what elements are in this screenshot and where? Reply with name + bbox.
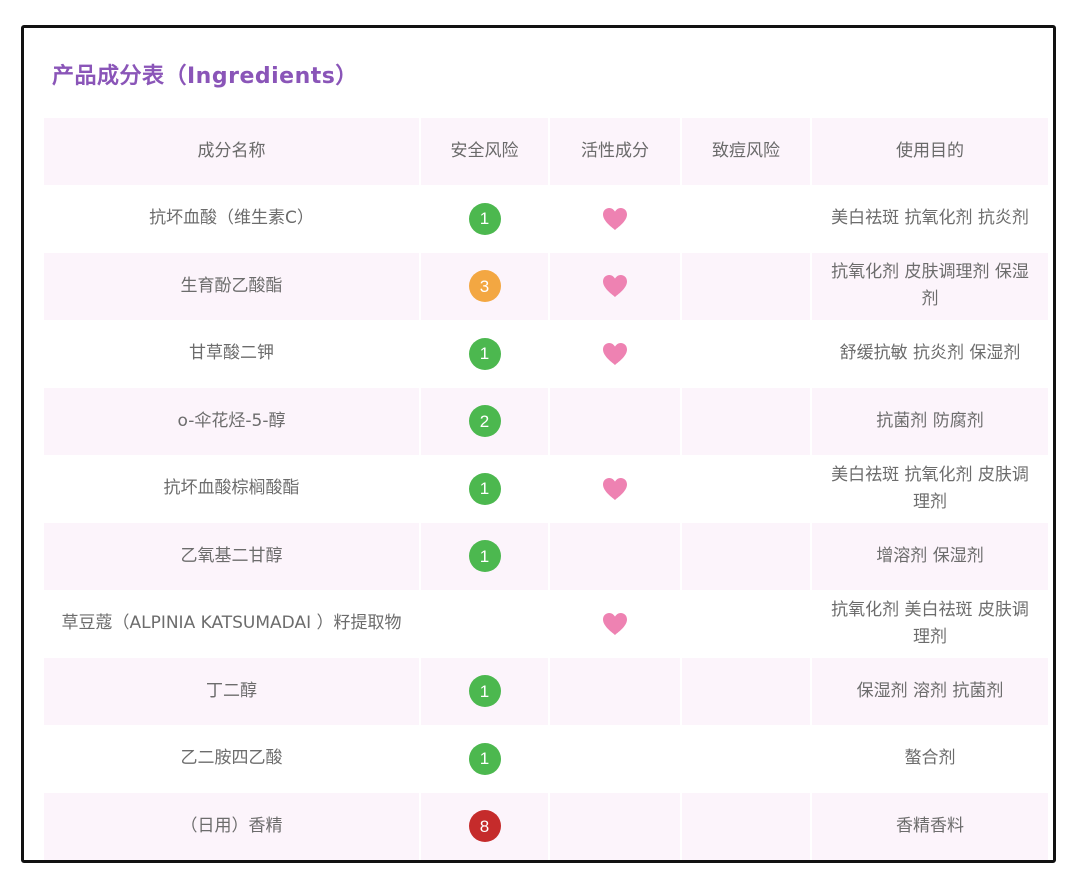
heart-icon: [603, 477, 627, 500]
ingredient-name: 抗坏血酸（维生素C）: [44, 185, 421, 253]
safety-risk-cell: 1: [421, 725, 550, 793]
usage-purpose: 香精香料: [896, 815, 964, 836]
table-row: 生育酚乙酸酯 3 抗氧化剂 皮肤调理剂 保湿剂: [44, 252, 1048, 320]
active-ingredient-cell: [550, 185, 682, 253]
heart-icon: [603, 612, 627, 635]
risk-badge: 1: [468, 675, 501, 708]
active-ingredient-cell: [550, 320, 682, 388]
acne-risk-cell: [682, 252, 812, 320]
active-ingredient-cell: [550, 657, 682, 725]
ingredient-name: 丁二醇: [44, 657, 421, 725]
table-header: 成分名称 安全风险 活性成分 致痘风险 使用目的: [44, 118, 1048, 185]
acne-risk-cell: [682, 725, 812, 793]
header-acne: 致痘风险: [682, 118, 812, 185]
risk-badge: 1: [468, 337, 501, 370]
active-ingredient-cell: [550, 590, 682, 658]
table-row: o-伞花烃-5-醇 2 抗菌剂 防腐剂: [44, 387, 1048, 455]
acne-risk-cell: [682, 185, 812, 253]
ingredient-name: 乙氧基二甘醇: [44, 522, 421, 590]
usage-purpose: 螯合剂: [904, 748, 956, 769]
usage-purpose: 增溶剂 保湿剂: [876, 545, 984, 566]
risk-badge: 1: [468, 472, 501, 505]
acne-risk-cell: [682, 387, 812, 455]
active-ingredient-cell: [550, 252, 682, 320]
risk-badge: 2: [468, 405, 501, 438]
active-ingredient-cell: [550, 387, 682, 455]
ingredients-table: 成分名称 安全风险 活性成分 致痘风险 使用目的 抗坏血酸（维生素C） 1 美白祛斑…: [44, 118, 1048, 860]
safety-risk-cell: 1: [421, 455, 550, 523]
table-row: 抗坏血酸棕榈酸酯 1 美白祛斑 抗氧化剂 皮肤调理剂: [44, 455, 1048, 523]
ingredient-name: （日用）香精: [44, 792, 421, 860]
usage-purpose: 抗菌剂 防腐剂: [876, 410, 984, 431]
active-ingredient-cell: [550, 792, 682, 860]
usage-purpose: 抗氧化剂 美白祛斑 皮肤调理剂: [831, 599, 1029, 647]
ingredient-name: 抗坏血酸棕榈酸酯: [44, 455, 421, 523]
table-row: 甘草酸二钾 1 舒缓抗敏 抗炎剂 保湿剂: [44, 320, 1048, 388]
table-body: 抗坏血酸（维生素C） 1 美白祛斑 抗氧化剂 抗炎剂生育酚乙酸酯 3 抗氧化剂 皮肤调理…: [44, 185, 1048, 860]
safety-risk-cell: 1: [421, 185, 550, 253]
table-row: 抗坏血酸（维生素C） 1 美白祛斑 抗氧化剂 抗炎剂: [44, 185, 1048, 253]
risk-badge: 1: [468, 742, 501, 775]
ingredient-name: 生育酚乙酸酯: [44, 252, 421, 320]
table-row: 丁二醇 1 保湿剂 溶剂 抗菌剂: [44, 657, 1048, 725]
acne-risk-cell: [682, 792, 812, 860]
risk-badge: 8: [468, 810, 501, 843]
safety-risk-cell: [421, 590, 550, 658]
active-ingredient-cell: [550, 455, 682, 523]
heart-icon: [603, 275, 627, 298]
acne-risk-cell: [682, 657, 812, 725]
heart-icon: [603, 342, 627, 365]
safety-risk-cell: 1: [421, 657, 550, 725]
usage-purpose: 保湿剂 溶剂 抗菌剂: [856, 680, 1004, 701]
risk-badge: 1: [468, 540, 501, 573]
acne-risk-cell: [682, 320, 812, 388]
acne-risk-cell: [682, 455, 812, 523]
acne-risk-cell: [682, 522, 812, 590]
ingredients-panel: 产品成分表（Ingredients） 成分名称 安全风险 活性成分 致痘风险 使…: [21, 25, 1056, 863]
table-row: 乙氧基二甘醇 1 增溶剂 保湿剂: [44, 522, 1048, 590]
safety-risk-cell: 1: [421, 320, 550, 388]
ingredient-name: 甘草酸二钾: [44, 320, 421, 388]
safety-risk-cell: 3: [421, 252, 550, 320]
safety-risk-cell: 1: [421, 522, 550, 590]
table-row: 草豆蔻（ALPINIA KATSUMADAI ）籽提取物 抗氧化剂 美白祛斑 皮肤…: [44, 590, 1048, 658]
ingredient-name: 草豆蔻（ALPINIA KATSUMADAI ）籽提取物: [44, 590, 421, 658]
risk-badge: 3: [468, 270, 501, 303]
usage-purpose: 舒缓抗敏 抗炎剂 保湿剂: [839, 343, 1021, 364]
page-title: 产品成分表（Ingredients）: [52, 64, 358, 89]
safety-risk-cell: 8: [421, 792, 550, 860]
usage-purpose: 美白祛斑 抗氧化剂 皮肤调理剂: [831, 464, 1029, 512]
active-ingredient-cell: [550, 522, 682, 590]
table-row: 乙二胺四乙酸 1 螯合剂: [44, 725, 1048, 793]
header-name: 成分名称: [44, 118, 421, 185]
table-row: （日用）香精 8 香精香料: [44, 792, 1048, 860]
header-risk: 安全风险: [421, 118, 550, 185]
ingredient-name: o-伞花烃-5-醇: [44, 387, 421, 455]
safety-risk-cell: 2: [421, 387, 550, 455]
risk-badge: 1: [468, 202, 501, 235]
active-ingredient-cell: [550, 725, 682, 793]
ingredient-name: 乙二胺四乙酸: [44, 725, 421, 793]
header-active: 活性成分: [550, 118, 682, 185]
acne-risk-cell: [682, 590, 812, 658]
usage-purpose: 美白祛斑 抗氧化剂 抗炎剂: [831, 208, 1029, 229]
heart-icon: [603, 207, 627, 230]
usage-purpose: 抗氧化剂 皮肤调理剂 保湿剂: [831, 262, 1029, 310]
header-purpose: 使用目的: [896, 141, 964, 161]
